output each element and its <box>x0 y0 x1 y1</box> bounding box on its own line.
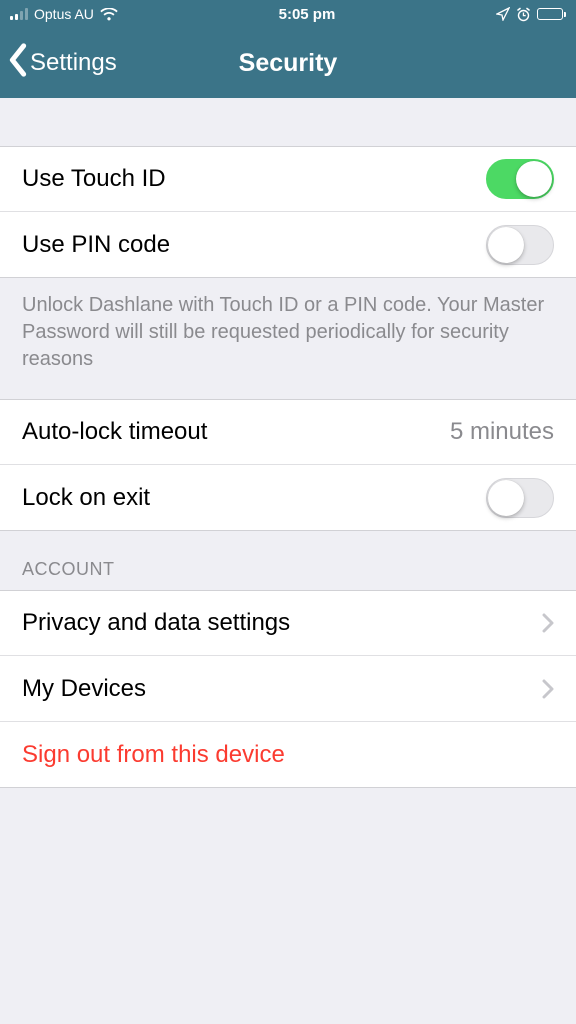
navigation-bar: Settings Security <box>0 28 576 98</box>
row-auto-lock-timeout[interactable]: Auto-lock timeout 5 minutes <box>0 399 576 465</box>
unlock-footer-text: Unlock Dashlane with Touch ID or a PIN c… <box>0 278 576 399</box>
privacy-label: Privacy and data settings <box>22 609 290 637</box>
carrier-label: Optus AU <box>34 6 94 22</box>
auto-lock-label: Auto-lock timeout <box>22 418 207 446</box>
use-touch-id-toggle[interactable] <box>486 159 554 199</box>
sign-out-label: Sign out from this device <box>22 741 285 769</box>
chevron-right-icon <box>542 613 554 633</box>
status-left: Optus AU <box>10 6 118 22</box>
lock-on-exit-label: Lock on exit <box>22 484 150 512</box>
status-bar: Optus AU 5:05 pm <box>0 0 576 28</box>
back-label: Settings <box>30 49 117 77</box>
my-devices-label: My Devices <box>22 675 146 703</box>
chevron-right-icon <box>542 679 554 699</box>
row-privacy-data-settings[interactable]: Privacy and data settings <box>0 590 576 656</box>
use-touch-id-label: Use Touch ID <box>22 165 166 193</box>
back-button[interactable]: Settings <box>0 43 117 84</box>
auto-lock-value: 5 minutes <box>450 418 554 446</box>
use-pin-code-toggle[interactable] <box>486 225 554 265</box>
battery-icon <box>537 8 566 20</box>
top-spacer <box>0 98 576 146</box>
location-icon <box>496 7 510 21</box>
row-use-pin-code: Use PIN code <box>0 212 576 278</box>
chevron-left-icon <box>8 43 28 84</box>
wifi-icon <box>100 8 118 21</box>
cellular-signal-icon <box>10 8 28 20</box>
row-use-touch-id: Use Touch ID <box>0 146 576 212</box>
status-time: 5:05 pm <box>279 6 336 23</box>
row-lock-on-exit: Lock on exit <box>0 465 576 531</box>
account-section-header: ACCOUNT <box>0 531 576 590</box>
use-pin-code-label: Use PIN code <box>22 231 170 259</box>
row-sign-out[interactable]: Sign out from this device <box>0 722 576 788</box>
lock-on-exit-toggle[interactable] <box>486 478 554 518</box>
status-right <box>496 7 566 22</box>
alarm-icon <box>516 7 531 22</box>
row-my-devices[interactable]: My Devices <box>0 656 576 722</box>
